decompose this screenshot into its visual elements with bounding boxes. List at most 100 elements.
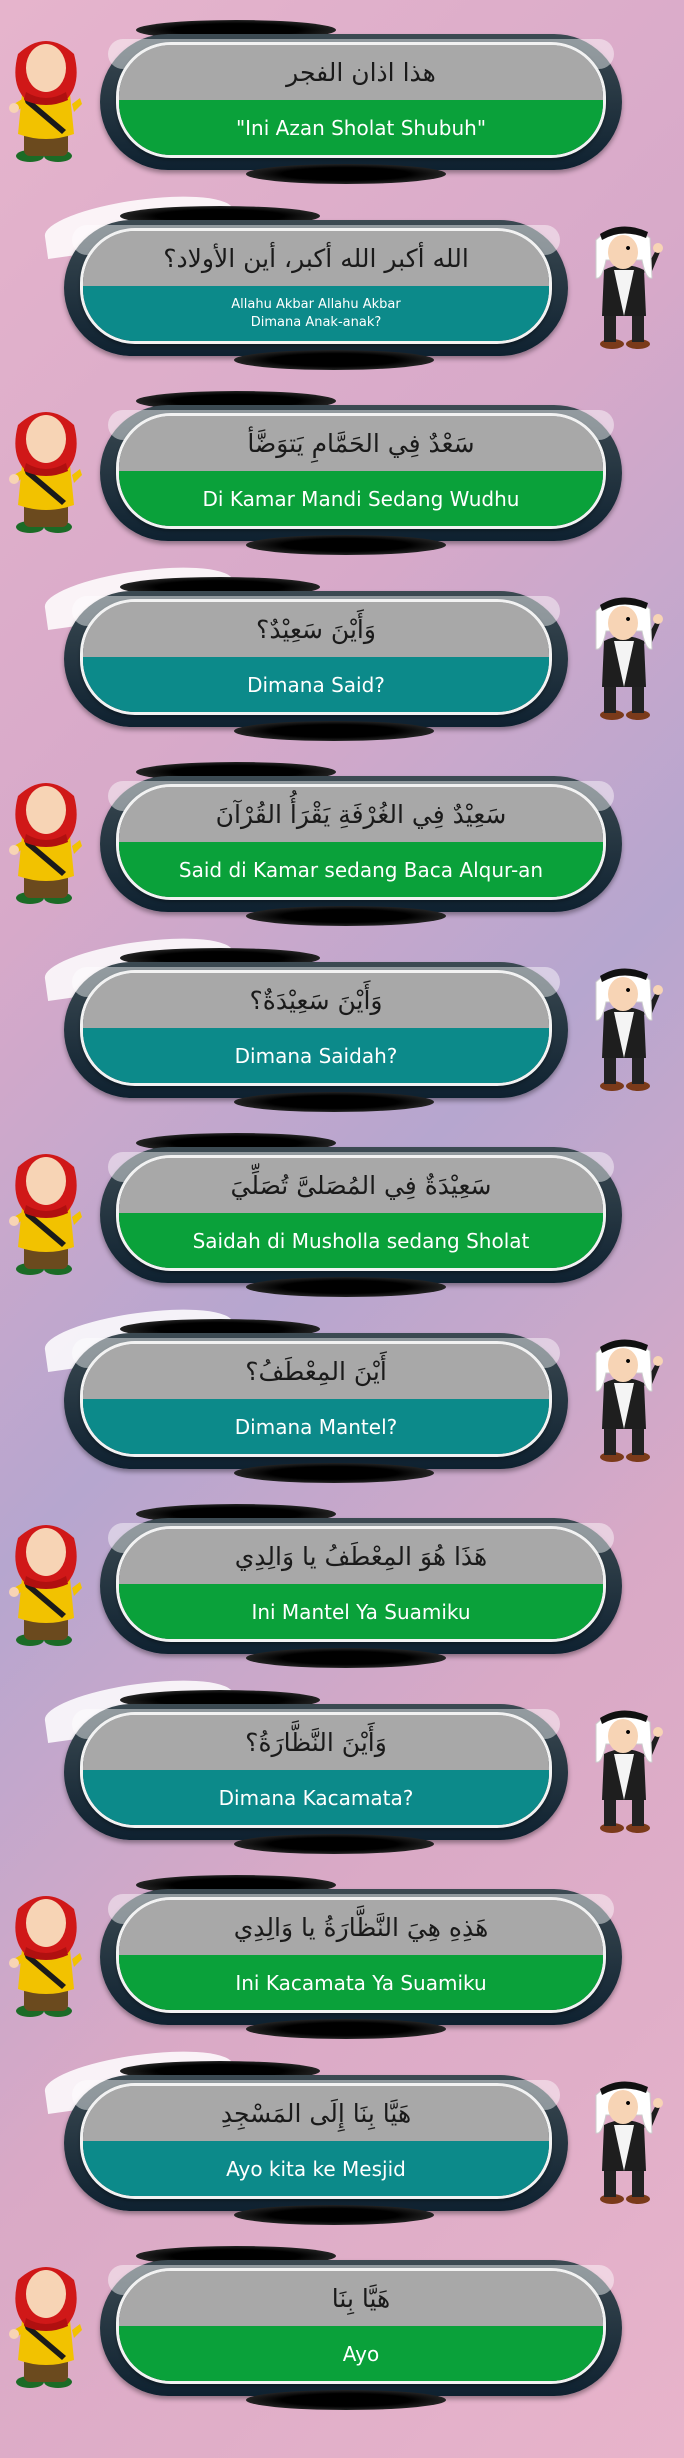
bubble-body: هذا اذان الفجر "Ini Azan Sholat Shubuh" xyxy=(116,42,606,158)
arabic-bar: وَأَيْنَ سَعِيْدٌ؟ xyxy=(83,602,549,657)
man-speech-bubble: وَأَيْنَ سَعِيْدٌ؟ Dimana Said? xyxy=(41,558,568,741)
decorative-shadow xyxy=(246,1277,446,1297)
translation-text: Ayo xyxy=(342,2341,380,2366)
man-speech-bubble: وَأَيْنَ سَعِيْدَةٌ؟ Dimana Saidah? xyxy=(41,929,568,1112)
hijab-girl-icon xyxy=(8,34,84,164)
bubble-body: سَعِيْدٌ فِي الغُرْفَةِ يَقْرَأُ القُرْآ… xyxy=(116,784,606,900)
translation-text: Saidah di Musholla sedang Sholat xyxy=(192,1228,530,1253)
translation-bar: Allahu Akbar Allahu Akbar Dimana Anak-an… xyxy=(83,286,549,341)
arabic-text: هذا اذان الفجر xyxy=(286,58,436,87)
man-speech-bubble: الله أكبر الله أكبر، أين الأولاد؟ Allahu … xyxy=(41,187,568,370)
translation-text: Dimana Saidah? xyxy=(234,1043,398,1068)
arabic-text: سَعْدٌ فِي الحَمَّامِ يَتوَضَّأ xyxy=(247,429,475,458)
arabic-bar: هَيَّا بِنَا xyxy=(119,2271,603,2326)
translation-text: Allahu Akbar Allahu Akbar Dimana Anak-an… xyxy=(231,296,401,330)
bubble-body: أَيْنَ المِعْطَفُ؟ Dimana Mantel? xyxy=(80,1341,552,1457)
arabic-text: سَعِيْدٌ فِي الغُرْفَةِ يَقْرَأُ القُرْآ… xyxy=(215,800,507,829)
hijab-girl-icon xyxy=(8,1147,84,1277)
girl-speech-bubble: هَذَا هُوَ المِعْطَفُ يا وَالِدِي Ini Man… xyxy=(100,1504,622,1668)
keffiyeh-man-icon xyxy=(588,220,664,350)
arabic-bar: وَأَيْنَ النَّظَّارَةُ؟ xyxy=(83,1715,549,1770)
arabic-bar: أَيْنَ المِعْطَفُ؟ xyxy=(83,1344,549,1399)
decorative-shadow xyxy=(234,2205,434,2225)
translation-text: Dimana Mantel? xyxy=(234,1414,398,1439)
arabic-text: هَيَّا بِنَا xyxy=(331,2284,391,2313)
keffiyeh-man-icon xyxy=(588,591,664,721)
translation-text: Dimana Kacamata? xyxy=(218,1785,414,1810)
arabic-text: وَأَيْنَ سَعِيْدٌ؟ xyxy=(256,615,376,644)
bubble-body: هَيَّا بِنَا إِلَى المَسْجِدِ Ayo kita ke… xyxy=(80,2083,552,2199)
translation-text: Ini Mantel Ya Suamiku xyxy=(251,1599,471,1624)
decorative-shadow xyxy=(246,906,446,926)
translation-bar: Ayo xyxy=(119,2326,603,2381)
man-speech-bubble: وَأَيْنَ النَّظَّارَةُ؟ Dimana Kacamata? xyxy=(41,1671,568,1854)
translation-bar: Ini Kacamata Ya Suamiku xyxy=(119,1955,603,2010)
arabic-bar: هَذِهِ هِيَ النَّظَّارَةُ يا وَالِدِي xyxy=(119,1900,603,1955)
bubble-body: وَأَيْنَ النَّظَّارَةُ؟ Dimana Kacamata? xyxy=(80,1712,552,1828)
arabic-bar: سَعِيْدٌ فِي الغُرْفَةِ يَقْرَأُ القُرْآ… xyxy=(119,787,603,842)
hijab-girl-icon xyxy=(8,776,84,906)
translation-bar: Dimana Mantel? xyxy=(83,1399,549,1454)
arabic-text: أَيْنَ المِعْطَفُ؟ xyxy=(245,1357,387,1386)
translation-bar: Saidah di Musholla sedang Sholat xyxy=(119,1213,603,1268)
decorative-shadow xyxy=(246,164,446,184)
hijab-girl-icon xyxy=(8,2260,84,2390)
bubble-body: وَأَيْنَ سَعِيْدٌ؟ Dimana Said? xyxy=(80,599,552,715)
arabic-text: وَأَيْنَ النَّظَّارَةُ؟ xyxy=(245,1728,387,1757)
man-speech-bubble: أَيْنَ المِعْطَفُ؟ Dimana Mantel? xyxy=(41,1300,568,1483)
bubble-body: سَعْدٌ فِي الحَمَّامِ يَتوَضَّأ Di Kamar … xyxy=(116,413,606,529)
arabic-bar: هَذَا هُوَ المِعْطَفُ يا وَالِدِي xyxy=(119,1529,603,1584)
arabic-bar: هذا اذان الفجر xyxy=(119,45,603,100)
man-speech-bubble: هَيَّا بِنَا إِلَى المَسْجِدِ Ayo kita ke… xyxy=(41,2042,568,2225)
translation-text: Ayo kita ke Mesjid xyxy=(226,2156,406,2181)
decorative-shadow xyxy=(246,1648,446,1668)
arabic-text: هَيَّا بِنَا إِلَى المَسْجِدِ xyxy=(220,2099,412,2128)
translation-bar: Ayo kita ke Mesjid xyxy=(83,2141,549,2196)
translation-bar: Dimana Saidah? xyxy=(83,1028,549,1083)
hijab-girl-icon xyxy=(8,1889,84,2019)
translation-text: Ini Kacamata Ya Suamiku xyxy=(235,1970,487,1995)
arabic-bar: سَعْدٌ فِي الحَمَّامِ يَتوَضَّأ xyxy=(119,416,603,471)
dialogue-page: هذا اذان الفجر "Ini Azan Sholat Shubuh" ال… xyxy=(0,0,684,2458)
decorative-shadow xyxy=(234,1834,434,1854)
translation-text: Said di Kamar sedang Baca Alqur-an xyxy=(178,857,544,882)
keffiyeh-man-icon xyxy=(588,1333,664,1463)
translation-text: "Ini Azan Sholat Shubuh" xyxy=(235,115,487,140)
decorative-shadow xyxy=(246,535,446,555)
arabic-bar: الله أكبر الله أكبر، أين الأولاد؟ xyxy=(83,231,549,286)
decorative-shadow xyxy=(234,350,434,370)
arabic-text: هَذِهِ هِيَ النَّظَّارَةُ يا وَالِدِي xyxy=(233,1913,489,1942)
decorative-shadow xyxy=(234,1092,434,1112)
decorative-shadow xyxy=(246,2019,446,2039)
arabic-text: سَعِيْدَةٌ فِي المُصَلىَّ تُصَلِّيَ xyxy=(230,1171,492,1200)
translation-bar: Dimana Said? xyxy=(83,657,549,712)
girl-speech-bubble: سَعِيْدَةٌ فِي المُصَلىَّ تُصَلِّيَ Saida… xyxy=(100,1133,622,1297)
translation-text: Dimana Said? xyxy=(247,672,385,697)
bubble-body: وَأَيْنَ سَعِيْدَةٌ؟ Dimana Saidah? xyxy=(80,970,552,1086)
bubble-body: الله أكبر الله أكبر، أين الأولاد؟ Allahu … xyxy=(80,228,552,344)
girl-speech-bubble: سَعْدٌ فِي الحَمَّامِ يَتوَضَّأ Di Kamar … xyxy=(100,391,622,555)
keffiyeh-man-icon xyxy=(588,962,664,1092)
keffiyeh-man-icon xyxy=(588,1704,664,1834)
translation-bar: Said di Kamar sedang Baca Alqur-an xyxy=(119,842,603,897)
decorative-shadow xyxy=(234,1463,434,1483)
girl-speech-bubble: هذا اذان الفجر "Ini Azan Sholat Shubuh" xyxy=(100,20,622,184)
girl-speech-bubble: هَيَّا بِنَا Ayo xyxy=(100,2246,622,2410)
arabic-text: الله أكبر الله أكبر، أين الأولاد؟ xyxy=(163,244,469,273)
translation-bar: "Ini Azan Sholat Shubuh" xyxy=(119,100,603,155)
hijab-girl-icon xyxy=(8,1518,84,1648)
bubble-body: سَعِيْدَةٌ فِي المُصَلىَّ تُصَلِّيَ Saida… xyxy=(116,1155,606,1271)
translation-bar: Ini Mantel Ya Suamiku xyxy=(119,1584,603,1639)
translation-bar: Di Kamar Mandi Sedang Wudhu xyxy=(119,471,603,526)
translation-bar: Dimana Kacamata? xyxy=(83,1770,549,1825)
translation-text: Di Kamar Mandi Sedang Wudhu xyxy=(202,486,520,511)
decorative-shadow xyxy=(246,2390,446,2410)
arabic-bar: هَيَّا بِنَا إِلَى المَسْجِدِ xyxy=(83,2086,549,2141)
bubble-body: هَذَا هُوَ المِعْطَفُ يا وَالِدِي Ini Man… xyxy=(116,1526,606,1642)
hijab-girl-icon xyxy=(8,405,84,535)
girl-speech-bubble: سَعِيْدٌ فِي الغُرْفَةِ يَقْرَأُ القُرْآ… xyxy=(100,762,622,926)
bubble-body: هَيَّا بِنَا Ayo xyxy=(116,2268,606,2384)
arabic-bar: سَعِيْدَةٌ فِي المُصَلىَّ تُصَلِّيَ xyxy=(119,1158,603,1213)
girl-speech-bubble: هَذِهِ هِيَ النَّظَّارَةُ يا وَالِدِي Ini… xyxy=(100,1875,622,2039)
arabic-text: وَأَيْنَ سَعِيْدَةٌ؟ xyxy=(249,986,383,1015)
